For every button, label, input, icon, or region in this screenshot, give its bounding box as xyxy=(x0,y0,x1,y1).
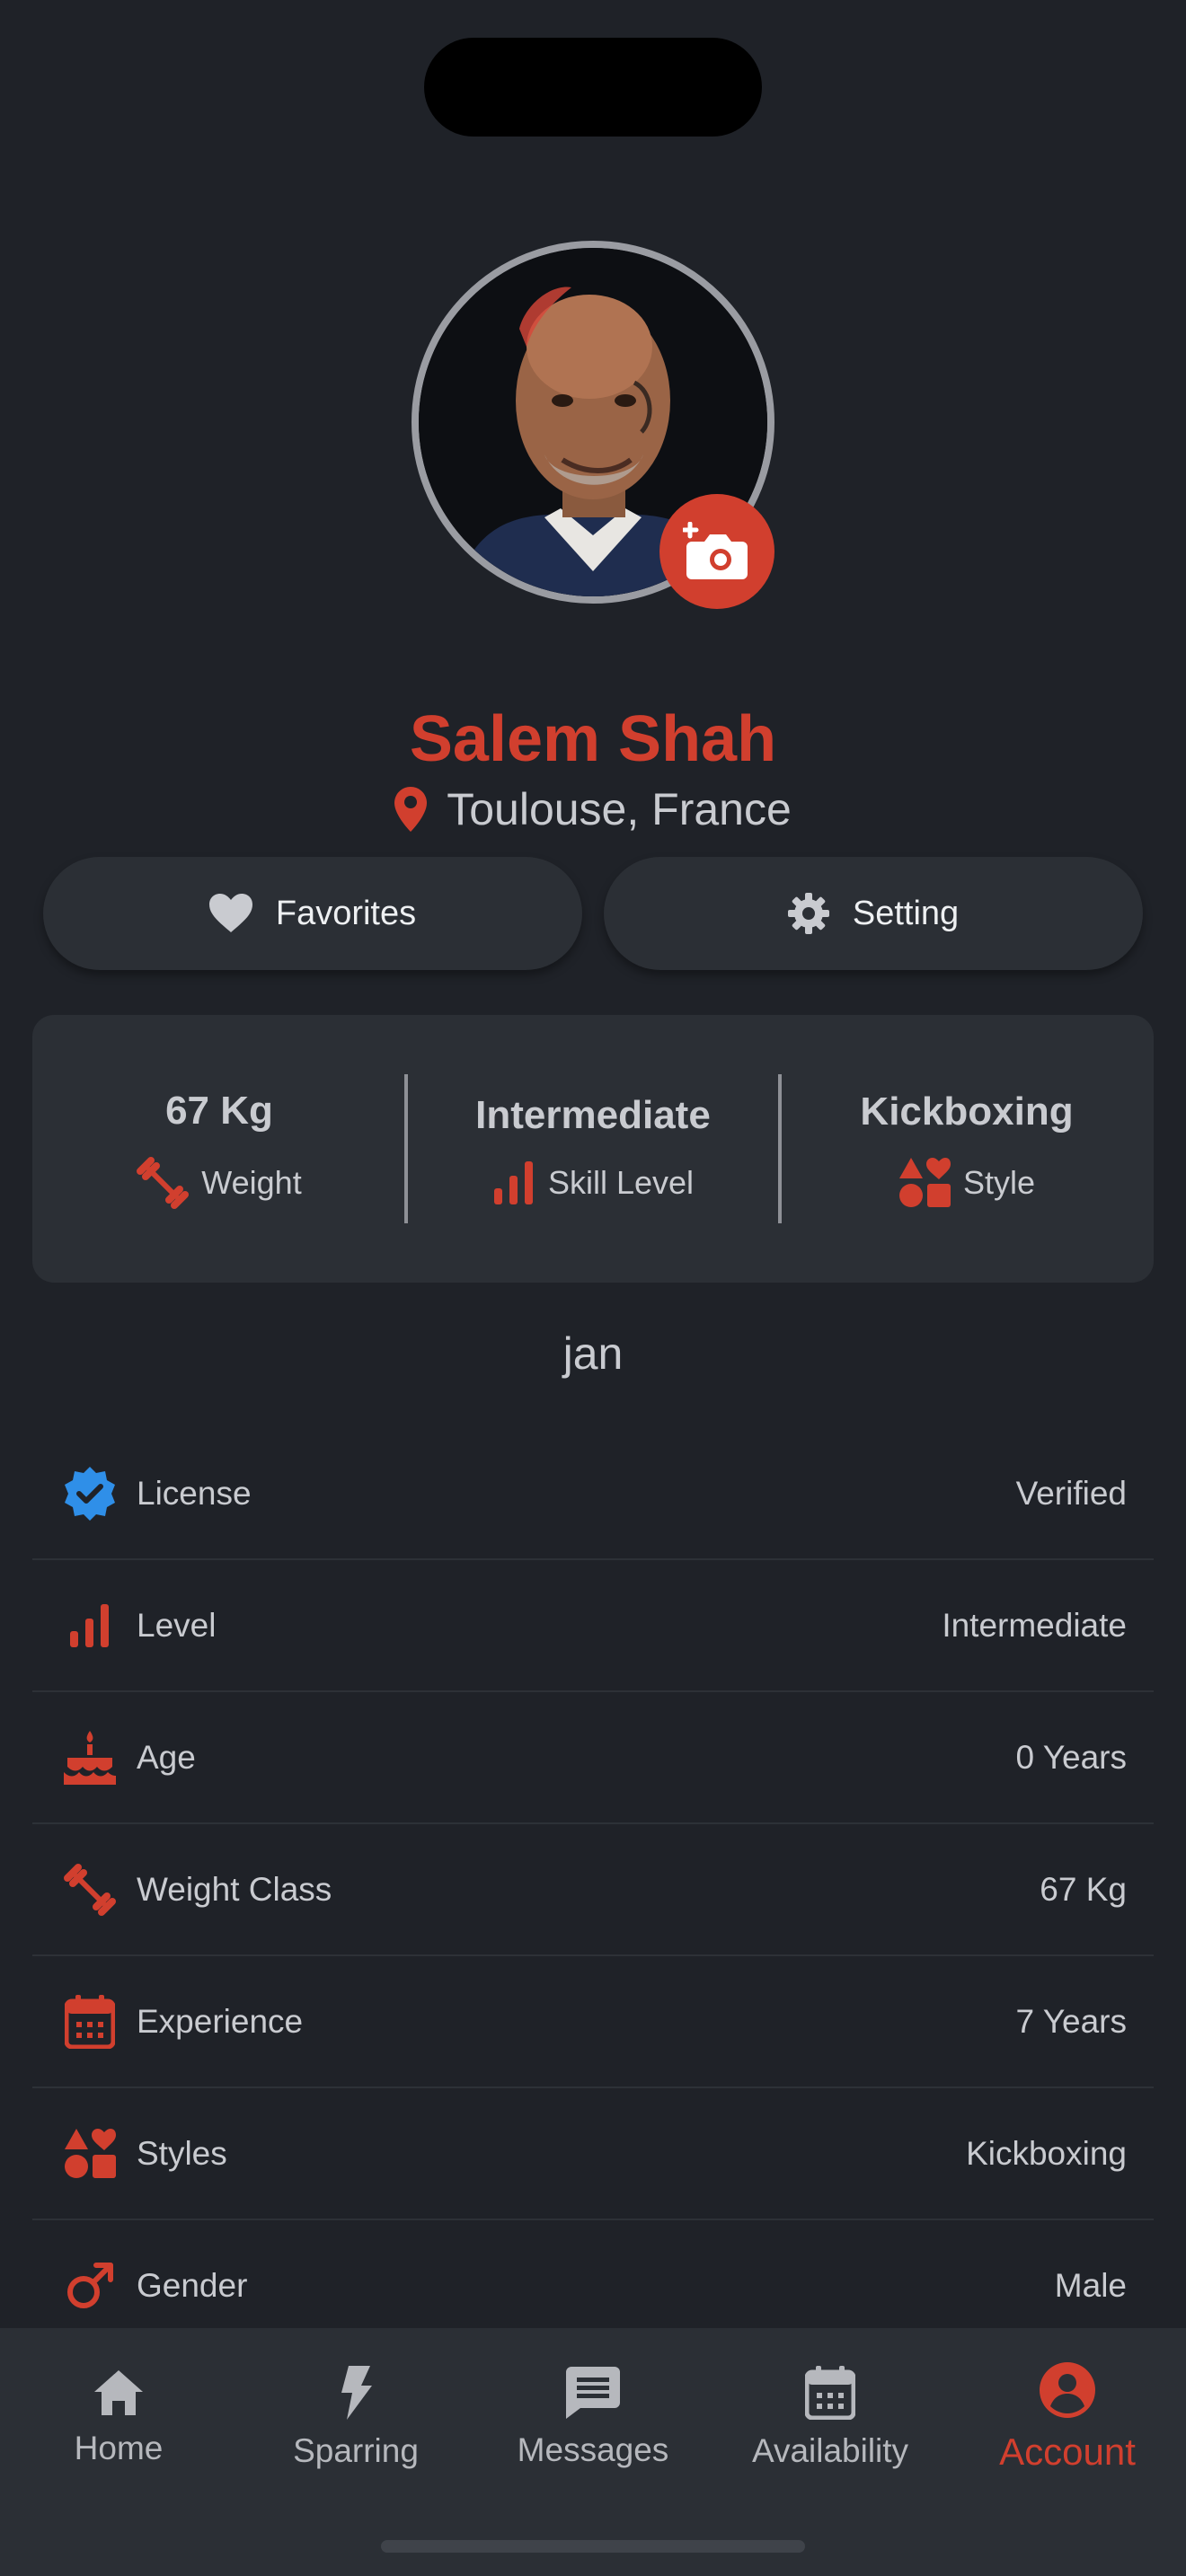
home-indicator xyxy=(381,2540,805,2553)
detail-value: Male xyxy=(1054,2266,1127,2304)
profile-location: Toulouse, France xyxy=(0,783,1186,835)
male-icon xyxy=(67,2262,113,2308)
stat-value: Intermediate xyxy=(475,1093,711,1137)
detail-row-level: Level Intermediate xyxy=(32,1560,1154,1692)
tab-label: Messages xyxy=(517,2431,669,2468)
tab-availability[interactable]: Availability xyxy=(712,2328,949,2508)
tab-sparring[interactable]: Sparring xyxy=(237,2328,474,2508)
stat-label: Weight xyxy=(201,1164,302,1201)
detail-row-age: Age 0 Years xyxy=(32,1692,1154,1824)
calendar-icon xyxy=(805,2366,855,2420)
shapes-icon xyxy=(898,1158,951,1207)
home-icon xyxy=(94,2370,143,2415)
stat-style: Kickboxing Style xyxy=(780,1015,1154,1283)
stat-label: Skill Level xyxy=(547,1164,695,1201)
tab-label: Account xyxy=(999,2430,1136,2473)
add-photo-button[interactable] xyxy=(659,494,774,609)
detail-key: Gender xyxy=(137,2266,248,2304)
stat-value: Kickboxing xyxy=(860,1090,1074,1134)
stat-label: Style xyxy=(962,1164,1036,1201)
detail-value: Intermediate xyxy=(942,1606,1127,1644)
profile-avatar[interactable] xyxy=(412,241,774,609)
detail-key: Experience xyxy=(137,2002,304,2040)
detail-value: 0 Years xyxy=(1015,1738,1127,1776)
favorites-button[interactable]: Favorites xyxy=(43,857,582,970)
detail-row-weight-class: Weight Class 67 Kg xyxy=(32,1824,1154,1956)
detail-value: Kickboxing xyxy=(966,2134,1127,2172)
bottom-tab-bar: Home Sparring Messages Availability Acco… xyxy=(0,2328,1186,2576)
detail-key: Age xyxy=(137,1738,196,1776)
location-text: Toulouse, France xyxy=(447,784,792,834)
location-pin-icon xyxy=(394,787,428,832)
verified-badge-icon xyxy=(65,1466,115,1521)
detail-key: License xyxy=(137,1474,252,1512)
signal-bars-icon xyxy=(70,1603,109,1647)
setting-label: Setting xyxy=(852,894,960,932)
dynamic-island xyxy=(424,38,762,137)
tab-home[interactable]: Home xyxy=(0,2328,237,2508)
signal-bars-icon xyxy=(493,1161,533,1204)
stat-value: 67 Kg xyxy=(165,1089,273,1133)
stat-skill-level: Intermediate Skill Level xyxy=(406,1015,780,1283)
account-icon xyxy=(1040,2362,1095,2418)
detail-key: Level xyxy=(137,1606,217,1644)
calendar-icon xyxy=(65,1994,115,2049)
tab-account[interactable]: Account xyxy=(949,2328,1186,2508)
tab-label: Availability xyxy=(751,2432,909,2469)
tab-messages[interactable]: Messages xyxy=(474,2328,712,2508)
gear-icon xyxy=(787,893,829,934)
dumbbell-icon xyxy=(64,1863,116,1916)
heart-icon xyxy=(208,894,252,932)
tab-label: Sparring xyxy=(293,2432,419,2469)
cake-icon xyxy=(64,1730,116,1785)
detail-row-license: License Verified xyxy=(32,1428,1154,1560)
stat-weight: 67 Kg Weight xyxy=(32,1015,406,1283)
detail-row-experience: Experience 7 Years xyxy=(32,1956,1154,2088)
favorites-label: Favorites xyxy=(275,894,417,932)
detail-value: 67 Kg xyxy=(1040,1870,1127,1908)
dumbbell-icon xyxy=(137,1157,190,1209)
username: jan xyxy=(562,1328,624,1379)
detail-key: Styles xyxy=(137,2134,227,2172)
profile-name: Salem Shah xyxy=(409,703,777,775)
detail-value: 7 Years xyxy=(1015,2002,1127,2040)
tab-label: Home xyxy=(74,2430,164,2466)
lightning-icon xyxy=(341,2366,372,2420)
setting-button[interactable]: Setting xyxy=(604,857,1143,970)
add-camera-icon xyxy=(683,522,748,579)
detail-value: Verified xyxy=(1015,1474,1127,1512)
shapes-icon xyxy=(65,2128,116,2178)
stats-card: 67 Kg Weight Intermediate Skill Level Ki… xyxy=(32,1015,1154,1283)
details-list: License Verified Level Intermediate Age … xyxy=(32,1428,1154,2352)
detail-key: Weight Class xyxy=(137,1870,332,1908)
detail-row-styles: Styles Kickboxing xyxy=(32,2088,1154,2220)
message-icon xyxy=(566,2367,620,2419)
